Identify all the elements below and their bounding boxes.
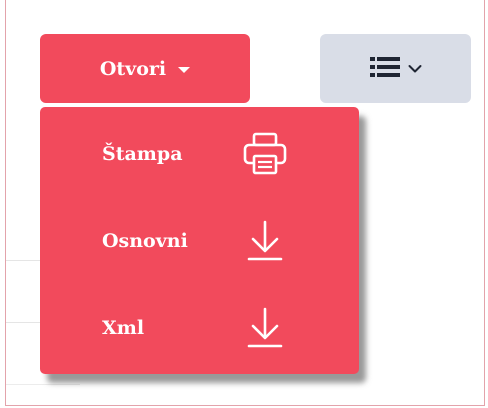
download-icon bbox=[240, 216, 290, 266]
divider bbox=[6, 260, 42, 261]
menu-item-label: Xml bbox=[102, 317, 145, 339]
menu-item-xml[interactable]: Xml bbox=[40, 288, 359, 368]
download-icon bbox=[240, 303, 290, 353]
chevron-down-icon bbox=[408, 64, 422, 74]
open-button-label: Otvori bbox=[99, 57, 167, 80]
list-icon bbox=[369, 56, 400, 82]
printer-icon bbox=[240, 129, 290, 179]
menu-item-label: Osnovni bbox=[102, 230, 188, 252]
menu-item-osnovni[interactable]: Osnovni bbox=[40, 201, 359, 281]
menu-item-label: Štampa bbox=[102, 143, 183, 165]
dropdown-menu: Štampa Osnovni Xml bbox=[40, 107, 359, 374]
view-options-button[interactable] bbox=[320, 34, 471, 103]
menu-item-stampa[interactable]: Štampa bbox=[40, 114, 359, 194]
open-dropdown-button[interactable]: Otvori bbox=[40, 34, 250, 103]
caret-down-icon bbox=[178, 66, 191, 73]
divider bbox=[6, 384, 80, 385]
divider bbox=[6, 322, 42, 323]
